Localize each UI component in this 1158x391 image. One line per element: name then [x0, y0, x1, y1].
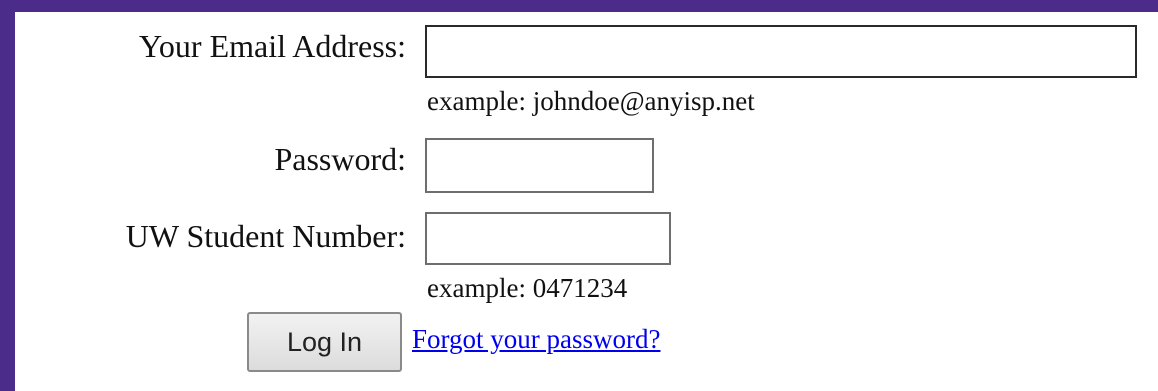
student-number-label: UW Student Number:: [125, 218, 406, 254]
email-input[interactable]: [425, 25, 1137, 78]
email-example-hint: example: johndoe@anyisp.net: [427, 86, 755, 116]
forgot-password-link[interactable]: Forgot your password?: [412, 326, 660, 353]
password-input[interactable]: [425, 138, 654, 193]
log-in-button[interactable]: Log In: [247, 312, 402, 372]
email-label: Your Email Address:: [139, 28, 406, 64]
student-number-input[interactable]: [425, 212, 671, 265]
password-label: Password:: [274, 141, 406, 177]
student-number-example-hint: example: 0471234: [427, 273, 628, 303]
